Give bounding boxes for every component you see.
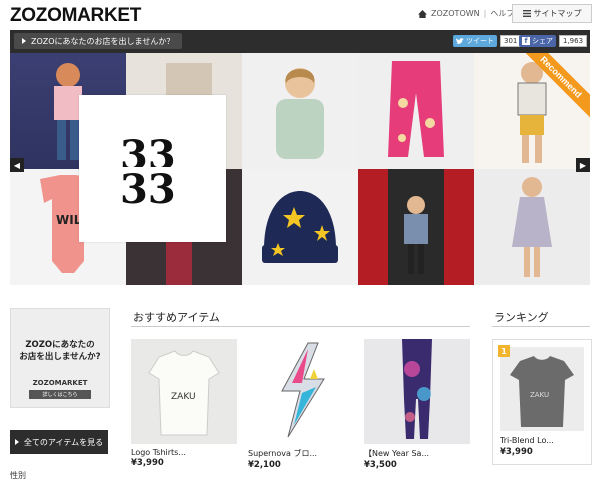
banner-details-button[interactable]: 詳しくはこちら <box>29 390 91 399</box>
facebook-share-label: シェア <box>532 37 553 45</box>
gender-filter-label: 性別 <box>10 471 26 480</box>
stage-girl-graphic <box>388 169 444 285</box>
share-count: 1,963 <box>559 35 588 47</box>
beanie-graphic <box>262 191 338 263</box>
product-price: ¥2,100 <box>248 460 281 470</box>
ranking-product-name[interactable]: Tri-Blend Lo... <box>500 436 554 445</box>
play-icon <box>22 38 26 44</box>
carousel-next-button[interactable]: ▶ <box>576 158 590 172</box>
product-card[interactable]: Supernova ブロ... ¥2,100 <box>248 339 354 470</box>
zozotown-link[interactable]: ZOZOTOWN <box>431 9 480 18</box>
hero-photo-recommend[interactable]: Recommend <box>474 53 590 169</box>
svg-text:ZAKU: ZAKU <box>171 392 196 402</box>
galaxy-tights-graphic <box>402 339 432 439</box>
svg-text:ZAKU: ZAKU <box>530 391 549 399</box>
girl-dress-graphic <box>512 177 552 277</box>
hero-photo-star-beanie[interactable] <box>242 169 358 285</box>
banner-line-1: ZOZOにあなたの <box>25 340 95 350</box>
tweet-label: ツイート <box>466 37 494 45</box>
product-name[interactable]: Logo Tshirts... <box>131 448 237 457</box>
tweet-button[interactable]: ツイート <box>453 35 497 47</box>
recommend-divider <box>131 326 470 327</box>
sitemap-label: サイトマップ <box>533 9 582 18</box>
ranking-product-image[interactable]: ZAKU <box>500 347 584 431</box>
open-shop-button[interactable]: ZOZOにあなたのお店を出しませんか？ <box>14 33 183 49</box>
facebook-icon: f <box>522 37 530 45</box>
facebook-share-widget[interactable]: f シェア 1,963 <box>519 35 588 47</box>
play-icon <box>14 439 19 445</box>
rank-badge: 1 <box>498 345 510 357</box>
header-links: ZOZOTOWN | ヘルプ <box>418 8 514 19</box>
gray-tshirt-graphic: ZAKU <box>510 356 574 427</box>
site-logo[interactable]: ZOZOMARKET <box>10 5 141 27</box>
lightning-brooch-graphic <box>281 342 325 438</box>
hero-photo-pink-pants[interactable] <box>358 53 474 169</box>
tweet-widget[interactable]: ツイート 301 <box>453 35 522 47</box>
sitemap-icon <box>522 10 531 17</box>
product-name[interactable]: Supernova ブロ... <box>248 448 354 459</box>
hero-photo-boy-sweater[interactable] <box>242 53 358 169</box>
brand-logo-33[interactable]: 33 33 <box>79 95 226 242</box>
sitemap-button[interactable]: サイトマップ <box>512 4 592 23</box>
header-separator: | <box>483 9 487 18</box>
product-price: ¥3,500 <box>364 460 397 470</box>
banner-logo: ZOZOMARKET <box>32 379 88 387</box>
hero-carousel[interactable]: Recommend WILL 33 33 ◀ ▶ <box>10 53 590 285</box>
product-name[interactable]: 【New Year Sa... <box>364 448 470 459</box>
ranking-card[interactable]: ZAKU Tri-Blend Lo... ¥3,990 <box>492 339 592 465</box>
logo-33-graphic: 33 33 <box>117 133 188 205</box>
recommend-title: おすすめアイテム <box>133 311 220 324</box>
top-bar: ZOZOにあなたのお店を出しませんか？ ツイート 301 f シェア 1,963 <box>10 30 590 53</box>
pants-graphic <box>388 61 444 157</box>
carousel-prev-button[interactable]: ◀ <box>10 158 24 172</box>
open-shop-label: ZOZOにあなたのお店を出しませんか？ <box>31 36 175 46</box>
all-items-button[interactable]: 全てのアイテムを見る <box>10 430 108 454</box>
ranking-title: ランキング <box>494 311 549 324</box>
svg-text:33: 33 <box>120 166 176 205</box>
tshirt-graphic: ZAKU <box>148 350 220 436</box>
hero-photo-girl-dress[interactable] <box>474 169 590 285</box>
ranking-divider <box>492 326 590 327</box>
product-image[interactable] <box>248 339 354 444</box>
product-image[interactable]: ZAKU <box>131 339 237 444</box>
product-image[interactable] <box>364 339 470 444</box>
banner-line-2: お店を出しませんか? <box>19 352 101 362</box>
all-items-label: 全てのアイテムを見る <box>23 437 104 447</box>
banner-text: ZOZOにあなたの お店を出しませんか? <box>11 339 109 363</box>
hero-photo-stage-girl[interactable] <box>358 169 474 285</box>
product-card[interactable]: ZAKU Logo Tshirts... ¥3,990 <box>131 339 237 468</box>
facebook-share-button[interactable]: f シェア <box>519 35 556 47</box>
open-shop-banner[interactable]: ZOZOにあなたの お店を出しませんか? ZOZOMARKET 詳しくはこちら <box>10 308 110 408</box>
product-card[interactable]: 【New Year Sa... ¥3,500 <box>364 339 470 470</box>
home-icon <box>418 9 427 18</box>
twitter-bird-icon <box>456 37 464 44</box>
ranking-product-price: ¥3,990 <box>500 447 533 457</box>
help-link[interactable]: ヘルプ <box>490 8 514 19</box>
product-price: ¥3,990 <box>131 458 164 468</box>
boy-figure-graphic <box>276 68 324 159</box>
child-printed-top-graphic <box>517 62 547 163</box>
